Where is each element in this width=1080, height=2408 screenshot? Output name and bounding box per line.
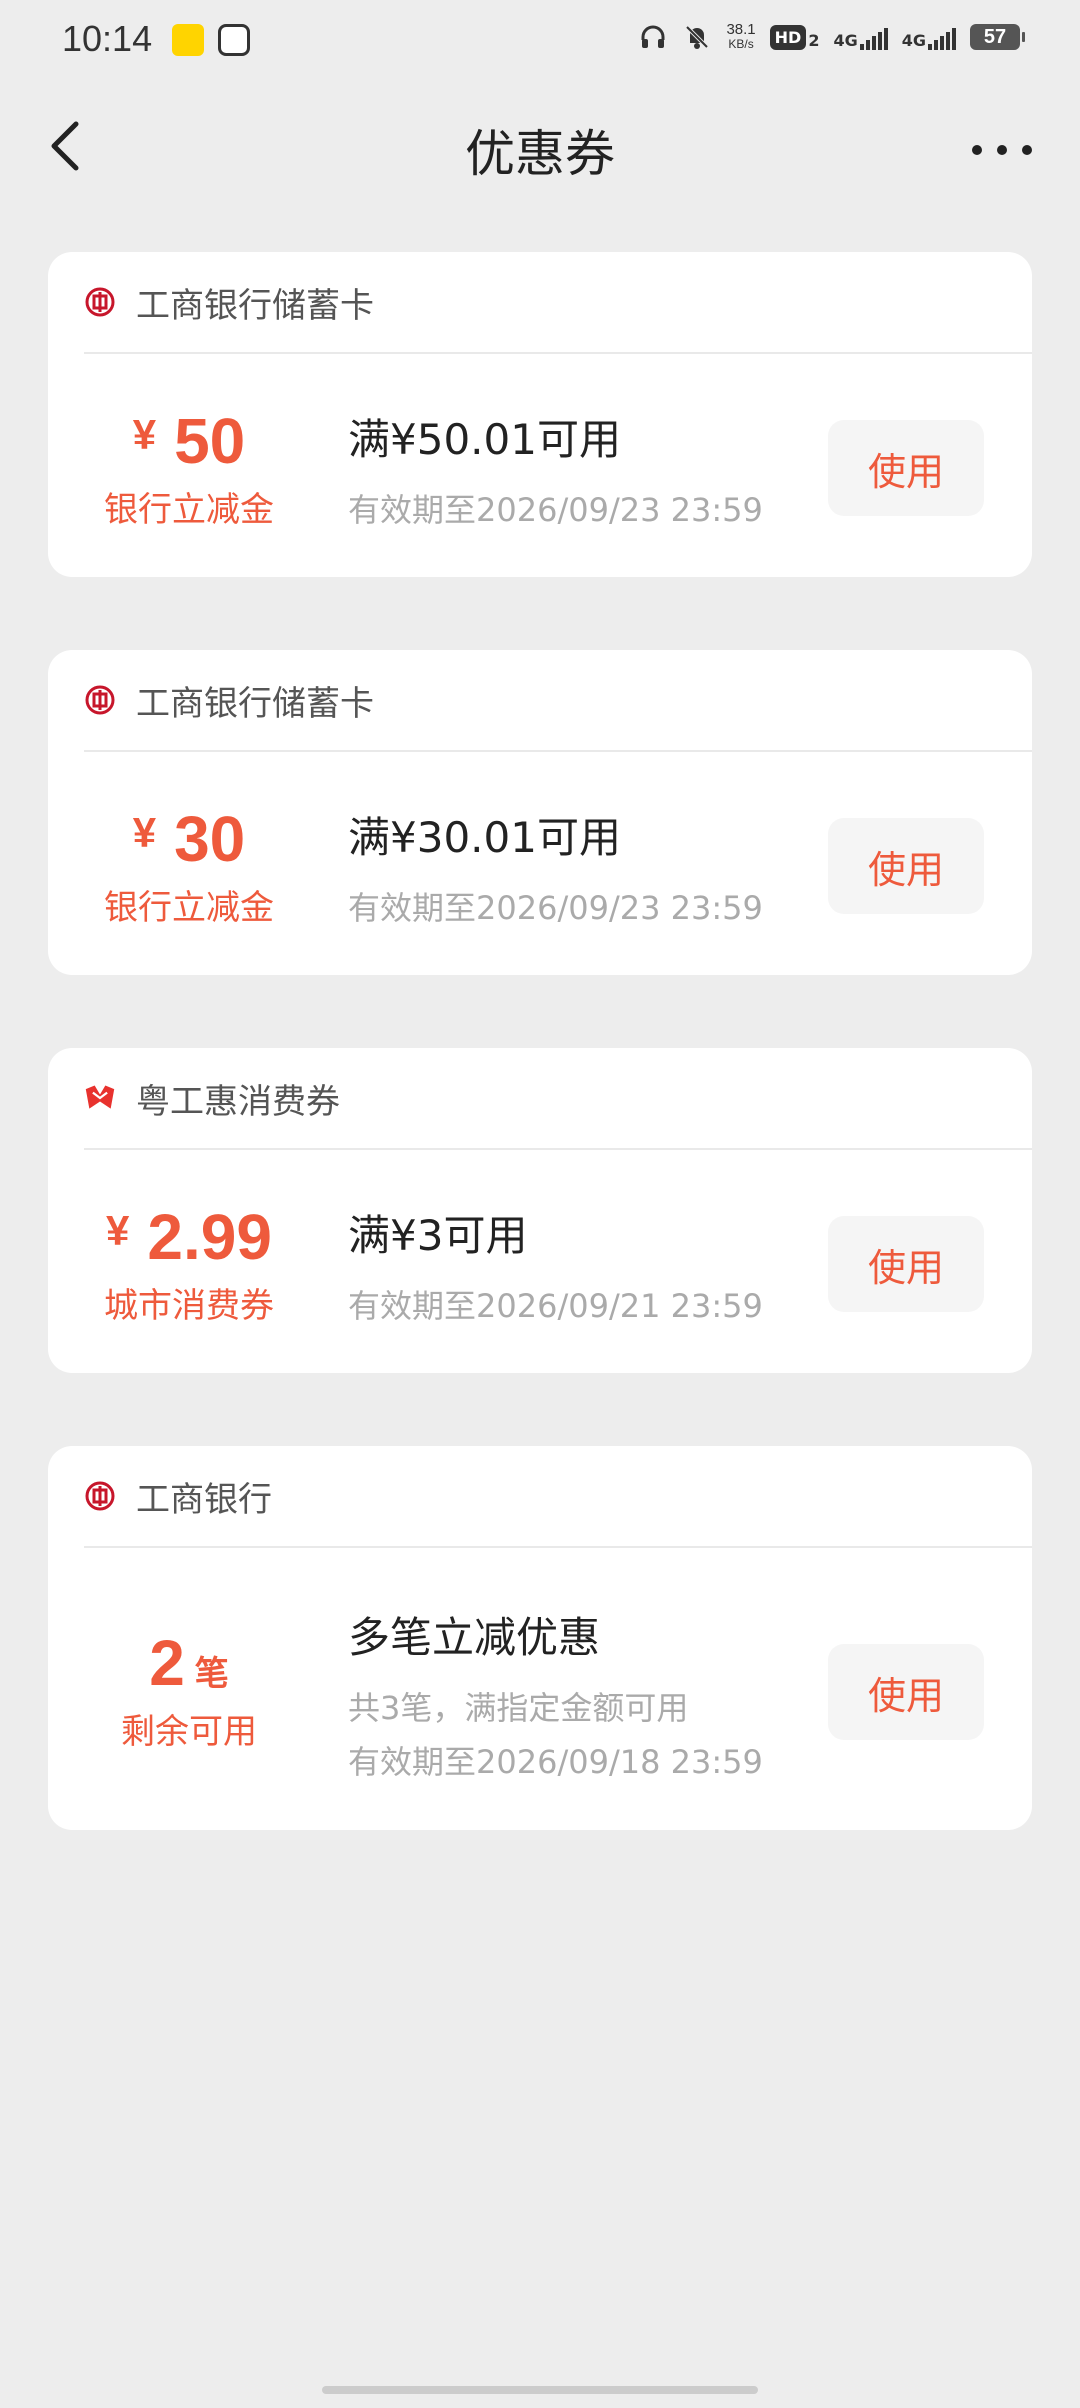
coupon-body: ¥ 30 银行立减金 满¥30.01可用 有效期至2026/09/23 23:5… (48, 752, 1032, 974)
coupon-currency: ¥ (132, 411, 157, 458)
coupon-condition: 多笔立减优惠 (348, 1613, 601, 1662)
use-coupon-button[interactable]: 使用 (828, 1216, 984, 1312)
coupon-info: 满¥50.01可用 有效期至2026/09/23 23:59 (348, 406, 763, 531)
coupon-amount: 30 (174, 803, 246, 875)
coupon-issuer-row: 工商银行储蓄卡 (84, 252, 1032, 354)
coupon-issuer-row: 粤工惠消费券 (84, 1048, 1032, 1150)
status-time: 10:14 (62, 18, 153, 59)
network-speed: 38.1 KB/s (726, 22, 755, 52)
mute-bell-icon (682, 22, 712, 52)
use-coupon-button[interactable]: 使用 (828, 818, 984, 914)
coupon-amount-block: ¥ 30 银行立减金 (48, 802, 330, 929)
battery-icon: 57 (970, 24, 1025, 50)
coupon-issuer-row: 工商银行储蓄卡 (84, 650, 1032, 752)
coupon-body: ¥ 2.99 城市消费券 满¥3可用 有效期至2026/09/21 23:59 … (48, 1150, 1032, 1372)
network-type-2: 4G (901, 31, 926, 50)
more-dot-icon (972, 145, 982, 155)
signal-bars-icon-2 (928, 24, 956, 50)
coupon-issuer-row: 工商银行 (84, 1446, 1032, 1548)
coupon-count-unit: 笔 (194, 1655, 229, 1693)
coupon-issuer-name: 工商银行 (136, 1479, 272, 1520)
icbc-logo-icon (84, 684, 116, 716)
icbc-logo-icon (84, 286, 116, 318)
network-speed-unit: KB/s (728, 37, 754, 51)
signal-bars-icon (859, 24, 888, 50)
battery-level: 57 (983, 25, 1007, 48)
coupon-card[interactable]: 工商银行储蓄卡 ¥ 30 银行立减金 满¥30.01可用 有效期至2026/09… (48, 650, 1032, 975)
notification-app-icon-2 (218, 24, 250, 56)
coupon-issuer-name: 工商银行储蓄卡 (136, 285, 374, 326)
coupon-currency: ¥ (132, 809, 157, 856)
coupon-expiry: 有效期至2026/09/21 23:59 (348, 1287, 763, 1325)
coupon-condition: 满¥3可用 (348, 1211, 528, 1260)
notification-app-icon (172, 24, 204, 56)
signal-2: 4G (902, 24, 956, 50)
use-coupon-button[interactable]: 使用 (828, 420, 984, 516)
hd-label: HD (769, 24, 807, 50)
coupon-type-label: 城市消费券 (104, 1286, 274, 1326)
coupon-info: 多笔立减优惠 共3笔，满指定金额可用 有效期至2026/09/18 23:59 (348, 1604, 763, 1783)
coupon-type-label: 银行立减金 (104, 490, 274, 530)
status-bar: 10:14 38.1 KB/s HD 2 4G 4G 57 (0, 0, 1080, 84)
home-indicator[interactable] (322, 2386, 758, 2394)
hd-sub: 2 (808, 30, 820, 50)
coupon-card[interactable]: 工商银行 2 笔 剩余可用 多笔立减优惠 共3笔，满指定金额可用 有效期至202… (48, 1446, 1032, 1830)
coupon-card[interactable]: 工商银行储蓄卡 ¥ 50 银行立减金 满¥50.01可用 有效期至2026/09… (48, 252, 1032, 577)
coupon-issuer-name: 粤工惠消费券 (136, 1081, 340, 1122)
coupon-description: 共3笔，满指定金额可用 (348, 1689, 689, 1727)
headphones-icon (638, 22, 668, 52)
coupon-info: 满¥30.01可用 有效期至2026/09/23 23:59 (348, 804, 763, 929)
signal-1: 4G (833, 24, 888, 50)
yuegonghui-logo-icon (84, 1082, 116, 1114)
icbc-logo-icon (84, 1480, 116, 1512)
coupon-type-label: 银行立减金 (104, 888, 274, 928)
network-speed-value: 38.1 (726, 21, 756, 38)
coupon-amount-block: ¥ 2.99 城市消费券 (48, 1200, 330, 1327)
coupon-condition: 满¥50.01可用 (348, 415, 621, 464)
coupon-count: 2 (149, 1627, 185, 1699)
coupon-info: 满¥3可用 有效期至2026/09/21 23:59 (348, 1202, 763, 1327)
coupon-type-label: 剩余可用 (121, 1712, 257, 1752)
status-indicators: 38.1 KB/s HD 2 4G 4G 57 (638, 22, 1025, 52)
more-dot-icon (997, 145, 1007, 155)
network-type-1: 4G (833, 31, 858, 50)
hd-indicator: HD 2 (769, 24, 820, 50)
coupon-card[interactable]: 粤工惠消费券 ¥ 2.99 城市消费券 满¥3可用 有效期至2026/09/21… (48, 1048, 1032, 1373)
page-title: 优惠券 (465, 125, 615, 183)
more-dot-icon (1022, 145, 1032, 155)
coupon-expiry: 有效期至2026/09/23 23:59 (348, 889, 763, 927)
coupon-expiry: 有效期至2026/09/23 23:59 (348, 491, 763, 529)
coupon-amount-block: 2 笔 剩余可用 (48, 1626, 330, 1753)
coupon-body: ¥ 50 银行立减金 满¥50.01可用 有效期至2026/09/23 23:5… (48, 354, 1032, 576)
coupon-amount-block: ¥ 50 银行立减金 (48, 404, 330, 531)
nav-header: 优惠券 (0, 100, 1080, 200)
more-options-button[interactable] (972, 130, 1032, 170)
coupon-expiry: 有效期至2026/09/18 23:59 (348, 1743, 763, 1781)
coupon-issuer-name: 工商银行储蓄卡 (136, 683, 374, 724)
use-coupon-button[interactable]: 使用 (828, 1644, 984, 1740)
coupon-currency: ¥ (106, 1207, 130, 1254)
coupon-body: 2 笔 剩余可用 多笔立减优惠 共3笔，满指定金额可用 有效期至2026/09/… (48, 1548, 1032, 1830)
coupon-amount: 50 (174, 405, 246, 477)
coupon-condition: 满¥30.01可用 (348, 813, 621, 862)
coupon-amount: 2.99 (147, 1201, 272, 1273)
